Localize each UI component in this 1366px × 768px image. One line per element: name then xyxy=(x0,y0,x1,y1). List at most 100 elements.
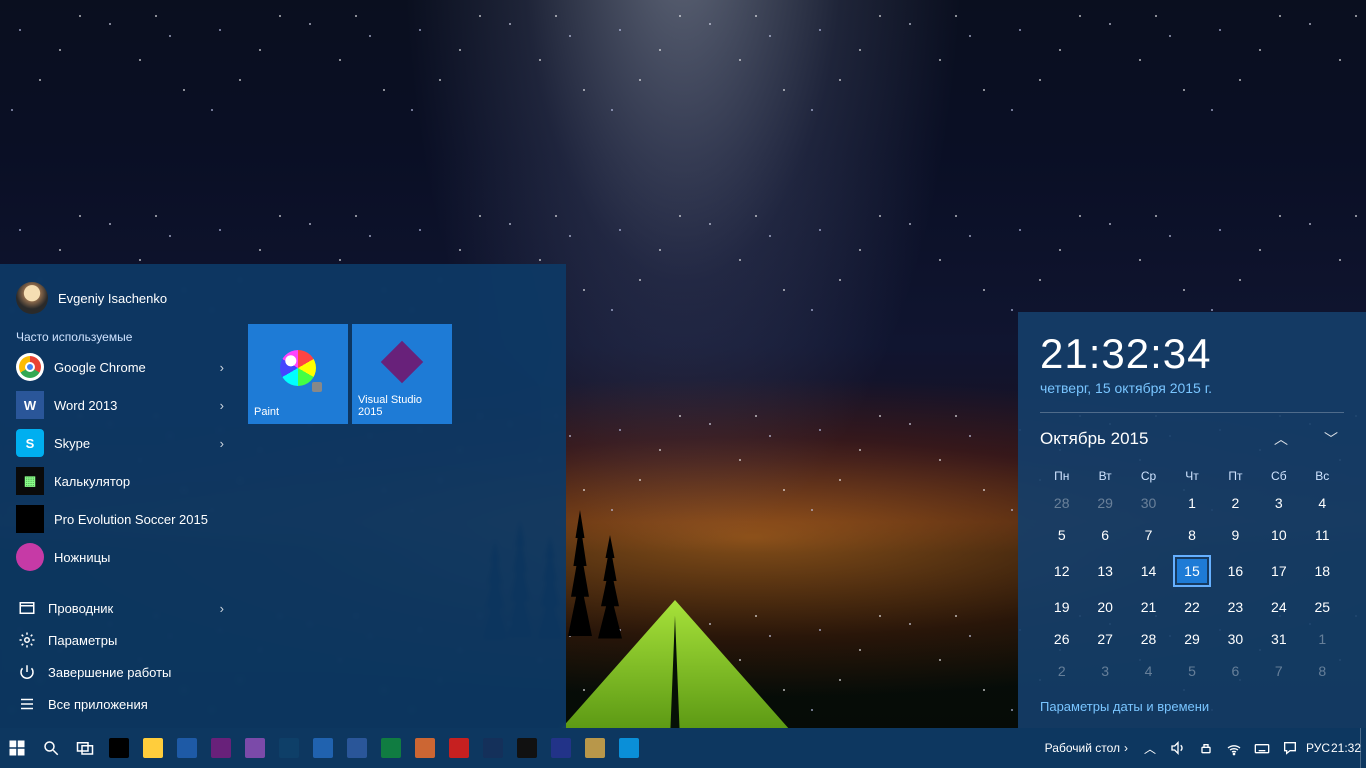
chevron-right-icon: › xyxy=(220,436,224,451)
taskbar-visual-studio-alt[interactable] xyxy=(238,728,272,768)
calendar-day[interactable]: 13 xyxy=(1083,551,1126,591)
taskbar-excel[interactable] xyxy=(374,728,408,768)
calendar-day[interactable]: 29 xyxy=(1170,623,1213,655)
start-app-skype[interactable]: S Skype › xyxy=(0,424,240,462)
search-button[interactable] xyxy=(34,728,68,768)
calendar-day[interactable]: 5 xyxy=(1170,655,1213,687)
calendar-day[interactable]: 31 xyxy=(1257,623,1300,655)
calendar-day[interactable]: 19 xyxy=(1040,591,1083,623)
teamviewer-icon xyxy=(619,738,639,758)
start-app-google-chrome[interactable]: Google Chrome› xyxy=(0,348,240,386)
calendar-day[interactable]: 12 xyxy=(1040,551,1083,591)
calendar-day[interactable]: 10 xyxy=(1257,519,1300,551)
calendar-day[interactable]: 27 xyxy=(1083,623,1126,655)
calendar-day[interactable]: 1 xyxy=(1301,623,1344,655)
volume-icon[interactable] xyxy=(1164,728,1192,768)
taskbar-file-explorer[interactable] xyxy=(136,728,170,768)
calendar-day[interactable]: 8 xyxy=(1301,655,1344,687)
start-all-apps[interactable]: Все приложения xyxy=(0,688,240,720)
tile-paint[interactable]: Paint xyxy=(248,324,348,424)
input-language[interactable]: РУС xyxy=(1304,728,1332,768)
calendar-day[interactable]: 14 xyxy=(1127,551,1170,591)
taskbar-visual-studio[interactable] xyxy=(204,728,238,768)
tray-overflow-button[interactable]: ︿ xyxy=(1136,728,1164,768)
date-time-settings-link[interactable]: Параметры даты и времени xyxy=(1040,699,1344,714)
start-app-pro-evolution-soccer-2015[interactable]: Pro Evolution Soccer 2015 xyxy=(0,500,240,538)
start-app-калькулятор[interactable]: ▦Калькулятор xyxy=(0,462,240,500)
onenote-icon xyxy=(279,738,299,758)
action-center-icon[interactable] xyxy=(1276,728,1304,768)
calendar-day[interactable]: 7 xyxy=(1127,519,1170,551)
start-app-word-2013[interactable]: WWord 2013› xyxy=(0,386,240,424)
calendar-next-month[interactable]: ﹀ xyxy=(1318,425,1344,453)
start-power[interactable]: Завершение работы xyxy=(0,656,240,688)
show-desktop-peek[interactable] xyxy=(1360,728,1366,768)
calendar-day[interactable]: 2 xyxy=(1040,655,1083,687)
start-button[interactable] xyxy=(0,728,34,768)
taskbar-chrome[interactable] xyxy=(102,728,136,768)
calendar-day[interactable]: 8 xyxy=(1170,519,1213,551)
calendar-dow: Пт xyxy=(1214,465,1257,487)
calendar-day[interactable]: 18 xyxy=(1301,551,1344,591)
calendar-day[interactable]: 6 xyxy=(1083,519,1126,551)
taskbar-utility[interactable] xyxy=(544,728,578,768)
calendar-day[interactable]: 16 xyxy=(1214,551,1257,591)
start-user[interactable]: Evgeniy Isachenko xyxy=(0,274,240,322)
calendar-day[interactable]: 5 xyxy=(1040,519,1083,551)
taskbar-word[interactable] xyxy=(340,728,374,768)
calendar-day[interactable]: 17 xyxy=(1257,551,1300,591)
task-view-button[interactable] xyxy=(68,728,102,768)
calendar-day[interactable]: 21 xyxy=(1127,591,1170,623)
calendar-day[interactable]: 28 xyxy=(1127,623,1170,655)
calendar-day[interactable]: 4 xyxy=(1301,487,1344,519)
taskbar-teamviewer[interactable] xyxy=(612,728,646,768)
calendar-day[interactable]: 29 xyxy=(1083,487,1126,519)
taskbar-steam[interactable] xyxy=(510,728,544,768)
calendar-day[interactable]: 11 xyxy=(1301,519,1344,551)
calendar-day[interactable]: 23 xyxy=(1214,591,1257,623)
calendar-day[interactable]: 9 xyxy=(1214,519,1257,551)
calendar-dow: Чт xyxy=(1170,465,1213,487)
tile-label: Paint xyxy=(254,406,342,418)
taskbar-floppy[interactable] xyxy=(170,728,204,768)
keyboard-icon[interactable] xyxy=(1248,728,1276,768)
calendar-day[interactable]: 30 xyxy=(1214,623,1257,655)
taskbar-paint[interactable] xyxy=(578,728,612,768)
calendar-day[interactable]: 4 xyxy=(1127,655,1170,687)
calendar-day[interactable]: 6 xyxy=(1214,655,1257,687)
calendar-day[interactable]: 3 xyxy=(1083,655,1126,687)
taskbar-clock[interactable]: 21:32 xyxy=(1332,728,1360,768)
calendar-day[interactable]: 22 xyxy=(1170,591,1213,623)
taskbar-onenote[interactable] xyxy=(272,728,306,768)
calendar-day[interactable]: 28 xyxy=(1040,487,1083,519)
calendar-day[interactable]: 7 xyxy=(1257,655,1300,687)
calendar-day[interactable]: 25 xyxy=(1301,591,1344,623)
frequent-title: Часто используемые xyxy=(0,322,240,348)
network-icon[interactable] xyxy=(1220,728,1248,768)
safely-remove-icon[interactable] xyxy=(1192,728,1220,768)
app-icon: S xyxy=(16,429,44,457)
calendar-prev-month[interactable]: ︿ xyxy=(1268,425,1294,453)
app-label: Skype xyxy=(54,436,90,451)
flyout-time: 21:32:34 xyxy=(1040,330,1344,378)
start-explorer[interactable]: Проводник› xyxy=(0,592,240,624)
taskbar-uninstaller[interactable] xyxy=(408,728,442,768)
tile-visual-studio[interactable]: Visual Studio 2015 xyxy=(352,324,452,424)
calendar-day[interactable]: 1 xyxy=(1170,487,1213,519)
calendar-day[interactable]: 30 xyxy=(1127,487,1170,519)
taskbar-calculator[interactable] xyxy=(306,728,340,768)
start-app-ножницы[interactable]: Ножницы xyxy=(0,538,240,576)
taskbar-aida64[interactable] xyxy=(442,728,476,768)
calendar-month-title[interactable]: Октябрь 2015 xyxy=(1040,429,1148,449)
visual-studio-icon xyxy=(381,341,423,383)
calendar-day[interactable]: 2 xyxy=(1214,487,1257,519)
show-desktop-button[interactable]: Рабочий стол › xyxy=(1037,741,1136,755)
calendar-day[interactable]: 24 xyxy=(1257,591,1300,623)
calendar-day[interactable]: 20 xyxy=(1083,591,1126,623)
uninstaller-icon xyxy=(415,738,435,758)
start-settings[interactable]: Параметры xyxy=(0,624,240,656)
calendar-day[interactable]: 3 xyxy=(1257,487,1300,519)
calendar-day[interactable]: 26 xyxy=(1040,623,1083,655)
taskbar-command-prompt[interactable] xyxy=(476,728,510,768)
calendar-day[interactable]: 15 xyxy=(1170,551,1213,591)
